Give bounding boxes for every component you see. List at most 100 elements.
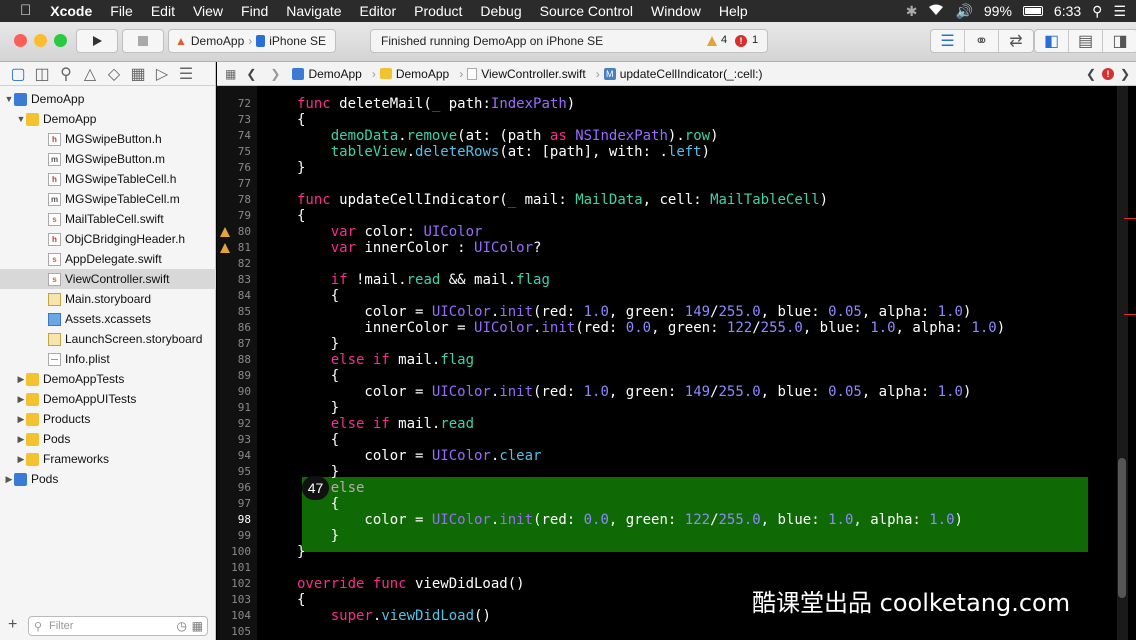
related-items-icon[interactable]: ▦ [225,67,236,81]
tree-item-mailtablecell-swift[interactable]: s MailTableCell.swift [0,209,216,229]
line-number: 91 [237,401,251,414]
disclosure-closed-icon[interactable]: ▶ [4,474,14,485]
recent-files-icon[interactable]: ◷ [177,619,187,633]
source-editor[interactable]: 72 73 74 75 76 77 78 79 80 81 82 83 84 8… [217,86,1136,640]
apple-menu-icon[interactable]:  [0,0,41,22]
debug-area-toggle-icon[interactable]: ▤ [1069,30,1103,52]
tree-item-demoapp-group[interactable]: ▼ DemoApp [0,109,216,129]
search-icon[interactable]: ⚲ [58,66,74,83]
editor-scroll-thumb[interactable] [1118,458,1126,598]
error-count[interactable]: 1 [752,34,758,46]
tree-item-assets-xcassets[interactable]: Assets.xcassets [0,309,216,329]
disclosure-closed-icon[interactable]: ▶ [16,414,26,425]
menu-navigate[interactable]: Navigate [277,0,350,22]
line-number: 85 [237,305,251,318]
debug-icon[interactable]: ▦ [130,66,146,83]
breadcrumb-group[interactable]: DemoApp [379,67,449,81]
line-number-gutter[interactable]: 72 73 74 75 76 77 78 79 80 81 82 83 84 8… [217,86,257,640]
disclosure-open-icon[interactable]: ▼ [4,94,14,104]
disclosure-closed-icon[interactable]: ▶ [16,454,26,465]
tree-item-info-plist[interactable]: Info.plist [0,349,216,369]
standard-editor-icon[interactable]: ☰ [931,30,965,52]
tree-item-demoapptests[interactable]: ▶ DemoAppTests [0,369,216,389]
next-issue-icon[interactable]: ❯ [1120,67,1130,81]
menu-file[interactable]: File [101,0,142,22]
menu-edit[interactable]: Edit [142,0,184,22]
minimize-window-button[interactable] [34,34,47,47]
run-button[interactable] [76,29,118,53]
tree-item-pods-project[interactable]: ▶ Pods [0,469,216,489]
warning-count[interactable]: 4 [721,34,727,46]
spotlight-search-icon[interactable]: ⚲ [1092,3,1102,20]
add-file-button[interactable]: + [8,616,17,634]
issue-icon[interactable]: △ [82,66,98,83]
menu-product[interactable]: Product [405,0,471,22]
disclosure-closed-icon[interactable]: ▶ [16,394,26,405]
menu-view[interactable]: View [184,0,232,22]
tree-item-mgswipebutton-m[interactable]: m MGSwipeButton.m [0,149,216,169]
tree-item-pods-group[interactable]: ▶ Pods [0,429,216,449]
navigator-toggle-icon[interactable]: ◧ [1035,30,1069,52]
line-number: 72 [237,97,251,110]
tree-item-label: AppDelegate.swift [65,252,162,266]
previous-issue-icon[interactable]: ❮ [1086,67,1096,81]
tree-item-demoappuitests[interactable]: ▶ DemoAppUITests [0,389,216,409]
breadcrumb-file[interactable]: ViewController.swift [467,67,586,81]
disclosure-open-icon[interactable]: ▼ [16,114,26,124]
scm-filter-icon[interactable]: ▦ [192,619,203,633]
menu-debug[interactable]: Debug [471,0,530,22]
tree-item-launchscreen-storyboard[interactable]: LaunchScreen.storyboard [0,329,216,349]
menu-help[interactable]: Help [710,0,757,22]
tree-item-viewcontroller-swift[interactable]: s ViewController.swift [0,269,216,289]
volume-icon[interactable]: 🔊 [955,3,972,20]
breakpoint-icon[interactable]: ▷ [154,66,170,83]
notification-center-icon[interactable]: ☰ [1113,3,1126,20]
menu-window[interactable]: Window [642,0,710,22]
issue-error-icon[interactable]: ! [1102,68,1114,80]
code-line: { [297,288,340,304]
tree-item-mgswipetablecell-m[interactable]: m MGSwipeTableCell.m [0,189,216,209]
disclosure-closed-icon[interactable]: ▶ [16,374,26,385]
scheme-selector[interactable]: ▲ DemoApp › iPhone SE [168,29,336,53]
test-icon[interactable]: ◇ [106,66,122,83]
warning-icon[interactable] [220,243,230,253]
back-arrow-icon[interactable]: ❮ [246,67,256,81]
tree-item-main-storyboard[interactable]: Main.storyboard [0,289,216,309]
tree-item-appdelegate-swift[interactable]: s AppDelegate.swift [0,249,216,269]
line-number: 105 [231,625,251,638]
folder-icon[interactable]: ▢ [10,66,26,83]
version-editor-icon[interactable]: ⇄ [999,30,1033,52]
tree-item-frameworks[interactable]: ▶ Frameworks [0,449,216,469]
disclosure-closed-icon[interactable]: ▶ [16,434,26,445]
menu-editor[interactable]: Editor [351,0,406,22]
source-control-icon[interactable]: ◫ [34,66,50,83]
menu-source-control[interactable]: Source Control [531,0,642,22]
battery-icon[interactable] [1022,6,1043,16]
warning-icon[interactable] [707,36,717,46]
clock[interactable]: 6:33 [1054,3,1081,19]
menu-find[interactable]: Find [232,0,277,22]
bluetooth-icon[interactable]: ✱ [906,3,918,20]
tree-item-mgswipetablecell-h[interactable]: h MGSwipeTableCell.h [0,169,216,189]
tree-item-demoapp-project[interactable]: ▼ DemoApp [0,89,216,109]
close-window-button[interactable] [14,34,27,47]
tree-item-mgswipebutton-h[interactable]: h MGSwipeButton.h [0,129,216,149]
assistant-editor-icon[interactable]: ⚭ [965,30,999,52]
wifi-icon[interactable] [928,3,944,19]
utilities-toggle-icon[interactable]: ◨ [1103,30,1136,52]
menu-xcode[interactable]: Xcode [41,0,101,22]
warning-icon[interactable] [220,227,230,237]
breadcrumb-method[interactable]: M updateCellIndicator(_:cell:) [603,67,762,81]
navigator-filter-field[interactable]: ⚲ Filter ◷ ▦ [28,616,208,636]
error-icon[interactable]: ! [735,35,747,47]
tree-item-label: DemoApp [43,112,97,126]
code-line: } [297,544,306,560]
breadcrumb-project[interactable]: DemoApp [292,67,362,81]
line-number: 102 [231,577,251,590]
forward-arrow-icon[interactable]: ❯ [270,67,280,81]
zoom-window-button[interactable] [54,34,67,47]
stop-button[interactable] [122,29,164,53]
tree-item-objcbridgingheader-h[interactable]: h ObjCBridgingHeader.h [0,229,216,249]
tree-item-products[interactable]: ▶ Products [0,409,216,429]
report-icon[interactable]: ☰ [178,66,194,83]
